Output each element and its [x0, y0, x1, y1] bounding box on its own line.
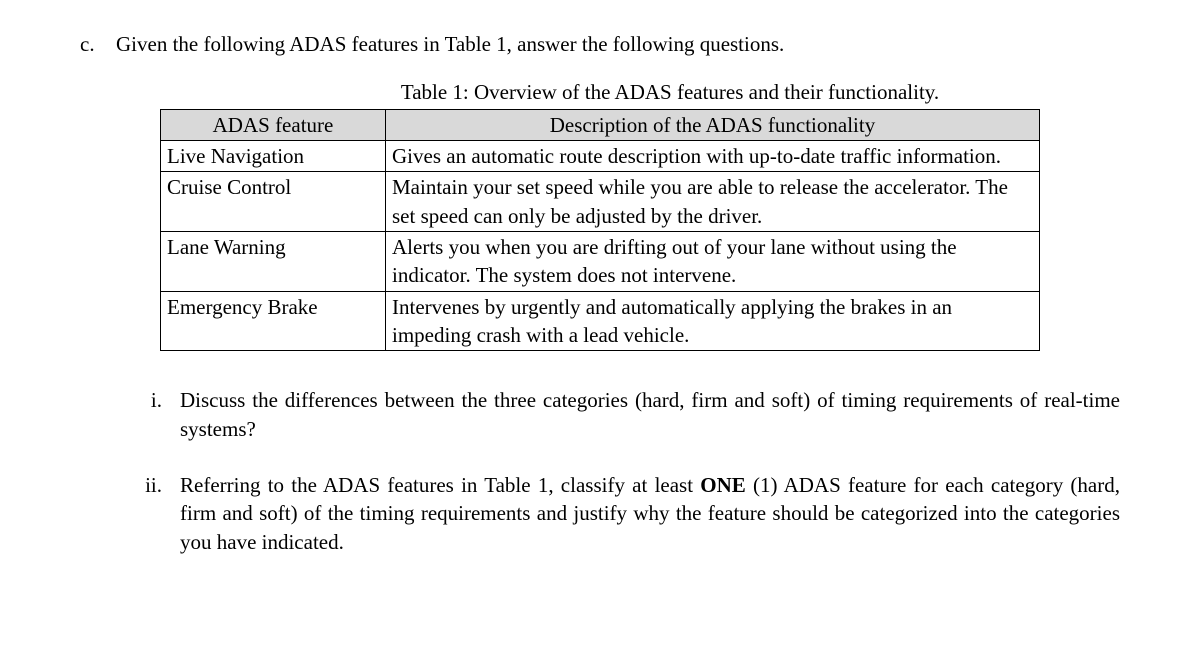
cell-description: Gives an automatic route description wit…	[386, 141, 1040, 172]
cell-feature: Cruise Control	[161, 172, 386, 232]
table-caption: Table 1: Overview of the ADAS features a…	[240, 78, 1100, 106]
question-prompt: Given the following ADAS features in Tab…	[116, 30, 784, 58]
subquestion-list: i. Discuss the differences between the t…	[80, 386, 1120, 556]
bold-word: ONE	[700, 473, 746, 497]
header-feature: ADAS feature	[161, 109, 386, 140]
text-before: Referring to the ADAS features in Table …	[180, 473, 700, 497]
table-row: Emergency Brake Intervenes by urgently a…	[161, 291, 1040, 351]
question-c: c. Given the following ADAS features in …	[80, 30, 1120, 58]
sub-body: Discuss the differences between the thre…	[180, 386, 1120, 443]
table-row: Cruise Control Maintain your set speed w…	[161, 172, 1040, 232]
adas-table: ADAS feature Description of the ADAS fun…	[160, 109, 1040, 352]
header-description: Description of the ADAS functionality	[386, 109, 1040, 140]
table-row: Lane Warning Alerts you when you are dri…	[161, 232, 1040, 292]
cell-description: Maintain your set speed while you are ab…	[386, 172, 1040, 232]
sub-marker: ii.	[135, 471, 180, 499]
cell-feature: Lane Warning	[161, 232, 386, 292]
cell-description: Alerts you when you are drifting out of …	[386, 232, 1040, 292]
table-row: Live Navigation Gives an automatic route…	[161, 141, 1040, 172]
table-header-row: ADAS feature Description of the ADAS fun…	[161, 109, 1040, 140]
subquestion-ii: ii. Referring to the ADAS features in Ta…	[135, 471, 1120, 556]
sub-marker: i.	[135, 386, 180, 414]
sub-body: Referring to the ADAS features in Table …	[180, 471, 1120, 556]
question-marker: c.	[80, 30, 116, 58]
cell-description: Intervenes by urgently and automatically…	[386, 291, 1040, 351]
cell-feature: Live Navigation	[161, 141, 386, 172]
cell-feature: Emergency Brake	[161, 291, 386, 351]
subquestion-i: i. Discuss the differences between the t…	[135, 386, 1120, 443]
